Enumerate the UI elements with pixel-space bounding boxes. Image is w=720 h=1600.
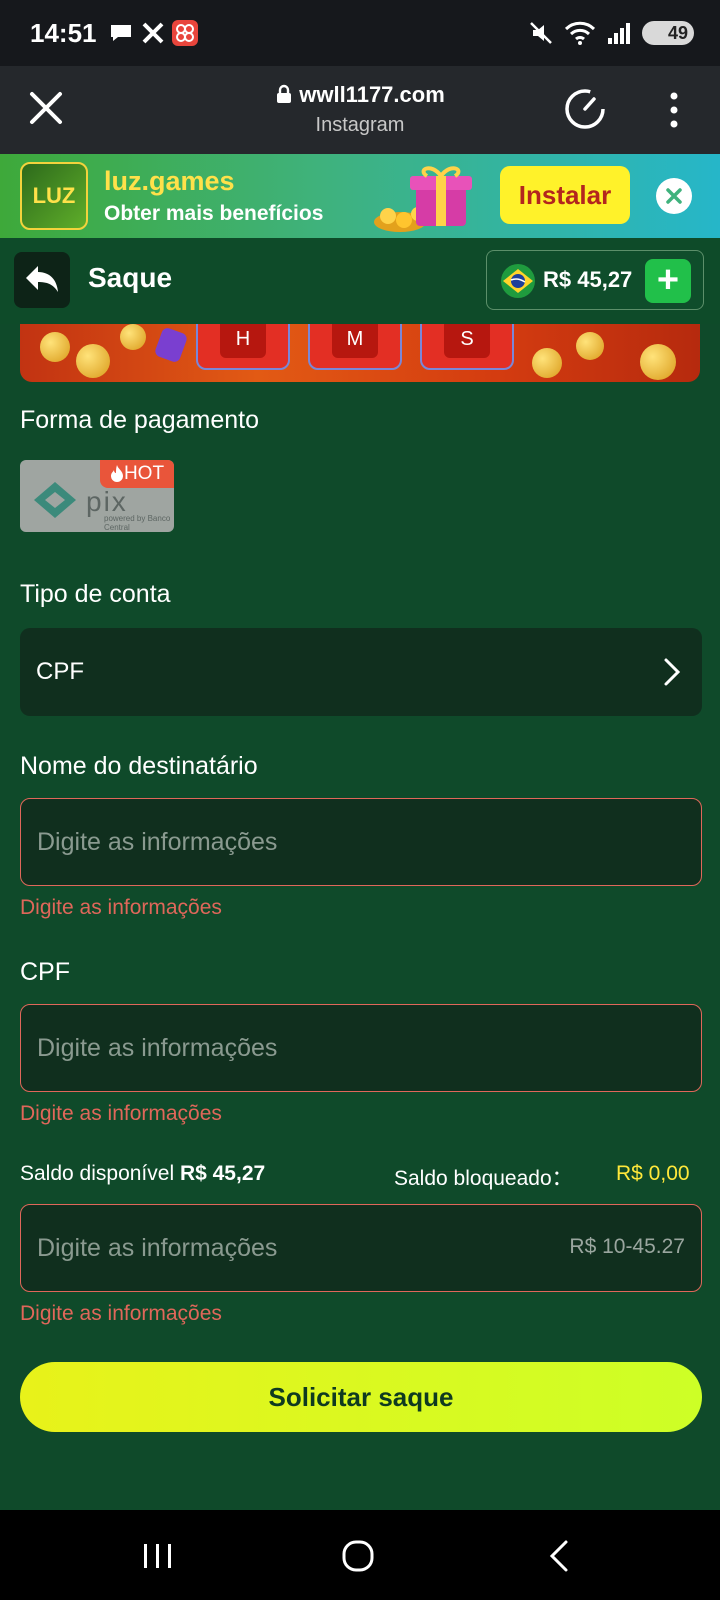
timer-minutes: M — [308, 324, 402, 370]
available-balance-label: Saldo disponível — [20, 1162, 175, 1185]
deposit-add-button[interactable]: + — [645, 259, 691, 303]
mute-icon — [530, 22, 552, 44]
recipient-name-field[interactable] — [20, 798, 702, 886]
coin-decoration — [76, 344, 110, 378]
speedometer-icon[interactable] — [562, 86, 608, 132]
more-vert-icon[interactable] — [660, 90, 688, 130]
cpf-input[interactable] — [37, 1005, 537, 1091]
app-icon — [172, 20, 198, 46]
coin-decoration — [40, 332, 70, 362]
status-time: 14:51 — [30, 18, 97, 48]
cpf-label: CPF — [20, 958, 70, 986]
promo-timer-banner: H M S — [20, 324, 700, 382]
coin-decoration — [120, 324, 146, 350]
cpf-error: Digite as informações — [20, 1102, 222, 1125]
pix-caption: powered by Banco Central — [104, 514, 171, 532]
request-withdrawal-button[interactable]: Solicitar saque — [20, 1362, 702, 1432]
back-arrow-icon — [26, 266, 58, 292]
available-balance-value: R$ 45,27 — [179, 1162, 266, 1185]
recipient-name-input[interactable] — [37, 799, 537, 885]
notification-icons — [108, 20, 198, 46]
back-button[interactable] — [14, 252, 70, 308]
address-bar[interactable]: wwll1177.com — [0, 82, 720, 108]
hot-badge: HOT — [100, 460, 174, 488]
recipient-name-error: Digite as informações — [20, 896, 222, 919]
pix-logo-icon — [34, 482, 76, 518]
coin-decoration — [640, 344, 676, 380]
flame-icon — [110, 465, 123, 482]
gem-decoration — [153, 326, 189, 364]
close-icon — [666, 188, 682, 204]
home-icon[interactable] — [338, 1538, 378, 1574]
install-promo-banner[interactable]: LUZ luz.games Obter mais benefícios Inst… — [0, 154, 720, 238]
page-title: Saque — [88, 262, 173, 293]
app-logo: LUZ — [20, 162, 88, 230]
url-text: wwll1177.com — [299, 82, 445, 107]
battery-indicator: 49 — [642, 21, 694, 45]
browser-toolbar: wwll1177.com Instagram — [0, 66, 720, 154]
account-type-select[interactable]: CPF — [20, 628, 702, 716]
available-balance: Saldo disponível R$ 45,27 — [20, 1162, 265, 1186]
source-label: Instagram — [315, 114, 405, 136]
timer-seconds: S — [420, 324, 514, 370]
amount-error: Digite as informações — [20, 1302, 222, 1325]
blocked-balance-label: Saldo bloqueado： — [394, 1167, 573, 1190]
balance-amount: R$ 45,27 — [543, 267, 633, 292]
x-icon — [140, 20, 166, 46]
timer-hours: H — [196, 324, 290, 370]
payment-method-label: Forma de pagamento — [20, 406, 260, 434]
amount-input[interactable] — [37, 1205, 537, 1291]
promo-subtitle: Obter mais benefícios — [104, 202, 324, 225]
recent-apps-icon[interactable] — [138, 1538, 178, 1574]
signal-icon — [608, 23, 630, 44]
blocked-balance-value: R$ 0,00 — [616, 1162, 690, 1185]
amount-field[interactable]: R$ 10-45.27 — [20, 1204, 702, 1292]
page-header: Saque R$ 45,27 + — [0, 238, 720, 324]
back-nav-icon[interactable] — [540, 1538, 580, 1574]
coin-decoration — [576, 332, 604, 360]
wifi-icon — [564, 21, 596, 45]
hot-badge-label: HOT — [123, 463, 165, 484]
account-type-value: CPF — [36, 658, 84, 685]
lock-icon — [277, 84, 292, 103]
dismiss-promo-button[interactable] — [656, 178, 692, 214]
coin-decoration — [532, 348, 562, 378]
gift-icon — [374, 166, 472, 232]
amount-range-hint: R$ 10-45.27 — [569, 1235, 685, 1258]
system-icons: 49 — [528, 20, 694, 46]
promo-title: luz.games — [104, 166, 235, 196]
balance-display: R$ 45,27 + — [486, 250, 704, 310]
brazil-flag-icon — [501, 264, 535, 298]
account-type-label: Tipo de conta — [20, 580, 171, 608]
payment-option-pix[interactable]: pix powered by Banco Central HOT — [20, 460, 174, 532]
install-button[interactable]: Instalar — [500, 166, 630, 224]
chat-icon — [108, 20, 134, 46]
cpf-field[interactable] — [20, 1004, 702, 1092]
recipient-name-label: Nome do destinatário — [20, 752, 258, 780]
chevron-right-icon — [664, 658, 681, 686]
system-navigation-bar — [0, 1510, 720, 1600]
status-bar: 14:51 49 — [0, 0, 720, 66]
